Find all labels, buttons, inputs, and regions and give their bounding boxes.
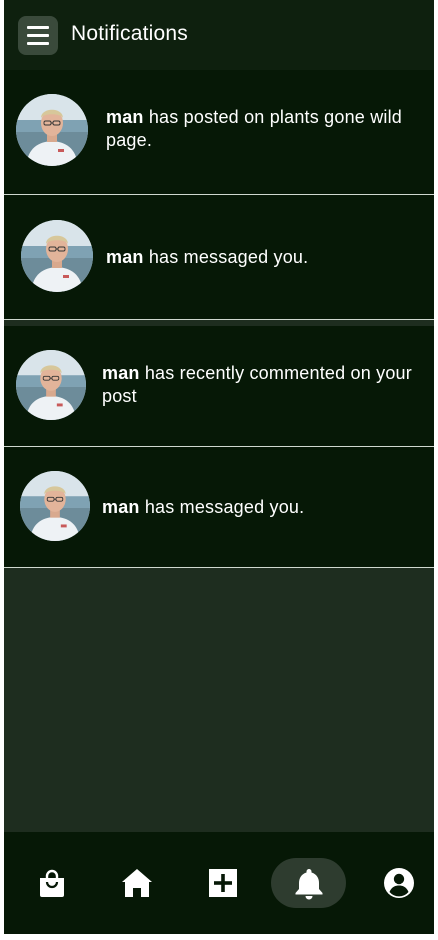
notification-username[interactable]: man [102, 363, 140, 383]
notifications-screen: Notifications man has posted on plants g… [4, 0, 434, 934]
avatar[interactable] [16, 94, 88, 166]
notification-item[interactable]: man has posted on plants gone wild page. [4, 70, 434, 195]
notification-text: man has messaged you. [102, 496, 412, 519]
nav-notifications[interactable] [271, 858, 346, 908]
notification-item[interactable]: man has recently commented on your post [4, 326, 434, 447]
shopping-bag-icon [40, 869, 64, 897]
bottom-nav [4, 832, 434, 934]
notification-username[interactable]: man [106, 247, 144, 267]
notification-text: man has messaged you. [106, 246, 406, 269]
hamburger-menu-icon[interactable] [18, 16, 58, 55]
avatar[interactable] [21, 220, 93, 292]
page-title: Notifications [71, 22, 188, 45]
notification-message: has messaged you. [143, 247, 309, 267]
notification-username[interactable]: man [106, 107, 144, 127]
home-icon [122, 869, 152, 897]
avatar[interactable] [20, 471, 90, 541]
notification-message: has recently commented on your post [102, 363, 412, 406]
top-bar: Notifications [4, 0, 434, 70]
add-square-icon [209, 869, 237, 897]
notification-text: man has posted on plants gone wild page. [106, 106, 406, 152]
bell-icon [295, 869, 322, 900]
nav-profile[interactable] [375, 858, 423, 908]
notification-message: has posted on plants gone wild page. [106, 107, 403, 150]
notification-item[interactable]: man has messaged you. [4, 195, 434, 320]
notification-message: has messaged you. [139, 497, 305, 517]
nav-home[interactable] [113, 858, 161, 908]
notification-item[interactable]: man has messaged you. [4, 447, 434, 568]
avatar[interactable] [16, 350, 86, 420]
nav-add-post[interactable] [199, 858, 247, 908]
account-icon [384, 868, 414, 898]
notification-username[interactable]: man [102, 497, 140, 517]
notification-text: man has recently commented on your post [102, 362, 412, 408]
nav-shop[interactable] [28, 858, 76, 908]
